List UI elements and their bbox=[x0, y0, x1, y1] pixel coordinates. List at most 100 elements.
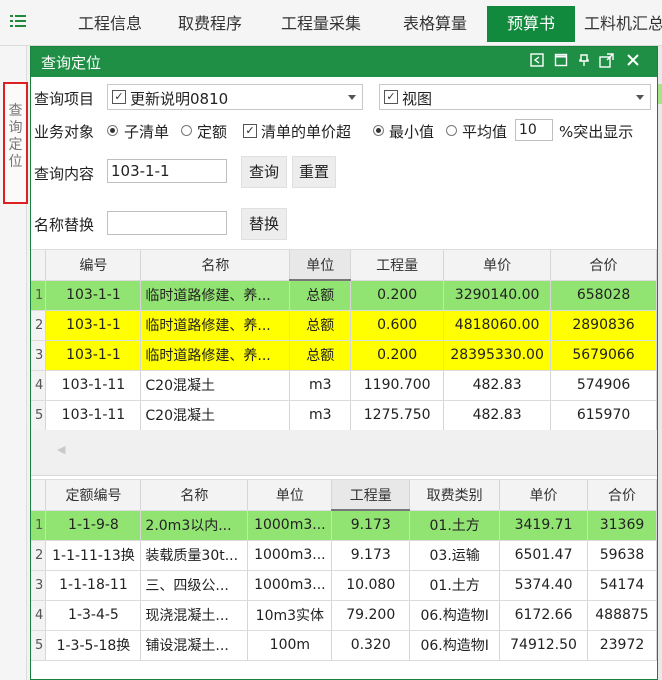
cell-price[interactable]: 6172.66 bbox=[499, 600, 588, 631]
cell-qty[interactable]: 10.080 bbox=[331, 570, 411, 601]
cell-unit[interactable]: 100m bbox=[247, 630, 333, 661]
col-price[interactable]: 单价 bbox=[443, 250, 552, 281]
cell-price[interactable]: 4818060.00 bbox=[443, 310, 552, 341]
tab-project-info[interactable]: 工程信息 bbox=[60, 6, 160, 42]
cell-name[interactable]: 装载质量30t... bbox=[140, 540, 249, 571]
cell-total[interactable]: 2890836 bbox=[550, 310, 657, 341]
col-name[interactable]: 名称 bbox=[140, 250, 291, 281]
cell-name[interactable]: 2.0m3以内... bbox=[140, 510, 249, 541]
col-total[interactable]: 合价 bbox=[550, 250, 657, 281]
radio-quota[interactable] bbox=[181, 125, 192, 136]
cell-name[interactable]: 现浇混凝土... bbox=[140, 600, 249, 631]
view-select[interactable]: ✓ 视图 bbox=[379, 84, 651, 110]
cell-total[interactable]: 5679066 bbox=[550, 340, 657, 371]
cell-code[interactable]: 103-1-1 bbox=[45, 280, 142, 311]
cell-code[interactable]: 1-1-11-13换 bbox=[45, 540, 142, 571]
price-exceed-label[interactable]: 清单的单价超 bbox=[261, 121, 351, 142]
cell-unit[interactable]: 10m3实体 bbox=[247, 600, 333, 631]
cell-category[interactable]: 06.构造物Ⅰ bbox=[409, 630, 501, 661]
radio-quota-label[interactable]: 定额 bbox=[197, 121, 227, 142]
cell-unit[interactable]: 1000m3... bbox=[247, 510, 333, 541]
table-row[interactable]: 5 1-3-5-18换 铺设混凝土... 100m 0.320 06.构造物Ⅰ 74912.… bbox=[31, 630, 657, 661]
cell-unit[interactable]: m3 bbox=[289, 400, 352, 431]
query-locate-side-button[interactable]: 查询定位 bbox=[3, 82, 28, 204]
cell-total[interactable]: 59638 bbox=[587, 540, 657, 571]
table-row[interactable]: 1 103-1-1 临时道路修建、养... 总额 0.200 3290140.00 6580… bbox=[31, 280, 657, 311]
tab-fee-program[interactable]: 取费程序 bbox=[160, 6, 260, 42]
cell-price[interactable]: 482.83 bbox=[443, 400, 552, 431]
cell-category[interactable]: 01.土方 bbox=[409, 510, 501, 541]
cell-qty[interactable]: 0.320 bbox=[331, 630, 411, 661]
view-checkbox[interactable]: ✓ bbox=[384, 90, 398, 104]
col-quota-price[interactable]: 单价 bbox=[499, 480, 588, 511]
scroll-left-icon[interactable]: ◀ bbox=[57, 443, 65, 456]
col-qty[interactable]: 工程量 bbox=[350, 250, 445, 281]
col-quota-total[interactable]: 合价 bbox=[587, 480, 657, 511]
tab-table-quantity[interactable]: 表格算量 bbox=[384, 6, 486, 42]
cell-price[interactable]: 74912.50 bbox=[499, 630, 588, 661]
table-row[interactable]: 3 103-1-1 临时道路修建、养... 总额 0.200 28395330.00 567… bbox=[31, 340, 657, 371]
radio-bill-label[interactable]: 子清单 bbox=[124, 121, 169, 142]
cell-name[interactable]: C20混凝土 bbox=[140, 400, 291, 431]
query-item-select[interactable]: ✓ 更新说明0810 bbox=[107, 84, 363, 110]
col-quota-code[interactable]: 定额编号 bbox=[45, 480, 142, 511]
maximize-icon[interactable] bbox=[553, 53, 569, 69]
radio-min-label[interactable]: 最小值 bbox=[389, 121, 434, 142]
cell-name[interactable]: 三、四级公... bbox=[140, 570, 249, 601]
cell-price[interactable]: 3290140.00 bbox=[443, 280, 552, 311]
cell-qty[interactable]: 9.173 bbox=[331, 510, 411, 541]
cell-price[interactable]: 482.83 bbox=[443, 370, 552, 401]
cell-total[interactable]: 23972 bbox=[587, 630, 657, 661]
cell-name[interactable]: 临时道路修建、养... bbox=[140, 310, 291, 341]
cell-total[interactable]: 574906 bbox=[550, 370, 657, 401]
col-code[interactable]: 编号 bbox=[45, 250, 142, 281]
search-button[interactable]: 查询 bbox=[241, 156, 287, 188]
cell-code[interactable]: 103-1-1 bbox=[45, 340, 142, 371]
pin-icon[interactable] bbox=[576, 53, 592, 69]
cell-unit[interactable]: 总额 bbox=[289, 340, 352, 371]
tab-budget[interactable]: 预算书 bbox=[487, 6, 575, 42]
bill-table-scrollbar[interactable]: ◀ bbox=[31, 430, 657, 476]
cell-code[interactable]: 103-1-1 bbox=[45, 310, 142, 341]
table-row[interactable]: 3 1-1-18-11 三、四级公... 1000m3... 10.080 01.土方 53… bbox=[31, 570, 657, 601]
table-row[interactable]: 1 1-1-9-8 2.0m3以内... 1000m3... 9.173 01.土方 341… bbox=[31, 510, 657, 541]
replace-button[interactable]: 替换 bbox=[241, 208, 287, 240]
cell-name[interactable]: 临时道路修建、养... bbox=[140, 280, 291, 311]
cell-name[interactable]: 铺设混凝土... bbox=[140, 630, 249, 661]
price-exceed-checkbox[interactable]: ✓ bbox=[243, 124, 257, 138]
radio-avg[interactable] bbox=[446, 125, 457, 136]
cell-price[interactable]: 28395330.00 bbox=[443, 340, 552, 371]
reset-button[interactable]: 重置 bbox=[292, 156, 336, 188]
radio-avg-label[interactable]: 平均值 bbox=[462, 121, 507, 142]
cell-name[interactable]: 临时道路修建、养... bbox=[140, 340, 291, 371]
query-content-input[interactable] bbox=[107, 159, 227, 183]
table-row[interactable]: 5 103-1-11 C20混凝土 m3 1275.750 482.83 615970 bbox=[31, 400, 657, 431]
cell-total[interactable]: 615970 bbox=[550, 400, 657, 431]
cell-code[interactable]: 1-1-9-8 bbox=[45, 510, 142, 541]
tab-material-summary[interactable]: 工料机汇总 bbox=[584, 6, 662, 42]
cell-qty[interactable]: 0.200 bbox=[350, 340, 445, 371]
cell-qty[interactable]: 1275.750 bbox=[350, 400, 445, 431]
popout-icon[interactable] bbox=[598, 53, 614, 69]
name-replace-input[interactable] bbox=[107, 211, 227, 235]
cell-name[interactable]: C20混凝土 bbox=[140, 370, 291, 401]
cell-code[interactable]: 1-1-18-11 bbox=[45, 570, 142, 601]
cell-unit[interactable]: 1000m3... bbox=[247, 570, 333, 601]
query-item-checkbox[interactable]: ✓ bbox=[112, 90, 126, 104]
cell-code[interactable]: 1-3-4-5 bbox=[45, 600, 142, 631]
list-menu-icon[interactable] bbox=[10, 15, 28, 29]
table-row[interactable]: 2 1-1-11-13换 装载质量30t... 1000m3... 9.173 03.运输… bbox=[31, 540, 657, 571]
col-quota-name[interactable]: 名称 bbox=[140, 480, 249, 511]
cell-qty[interactable]: 1190.700 bbox=[350, 370, 445, 401]
close-icon[interactable] bbox=[625, 53, 641, 69]
cell-unit[interactable]: 总额 bbox=[289, 310, 352, 341]
col-unit[interactable]: 单位 bbox=[289, 250, 352, 281]
cell-price[interactable]: 5374.40 bbox=[499, 570, 588, 601]
cell-category[interactable]: 03.运输 bbox=[409, 540, 501, 571]
radio-min[interactable] bbox=[373, 125, 384, 136]
cell-unit[interactable]: 1000m3... bbox=[247, 540, 333, 571]
cell-total[interactable]: 658028 bbox=[550, 280, 657, 311]
cell-qty[interactable]: 79.200 bbox=[331, 600, 411, 631]
cell-price[interactable]: 6501.47 bbox=[499, 540, 588, 571]
cell-qty[interactable]: 0.600 bbox=[350, 310, 445, 341]
